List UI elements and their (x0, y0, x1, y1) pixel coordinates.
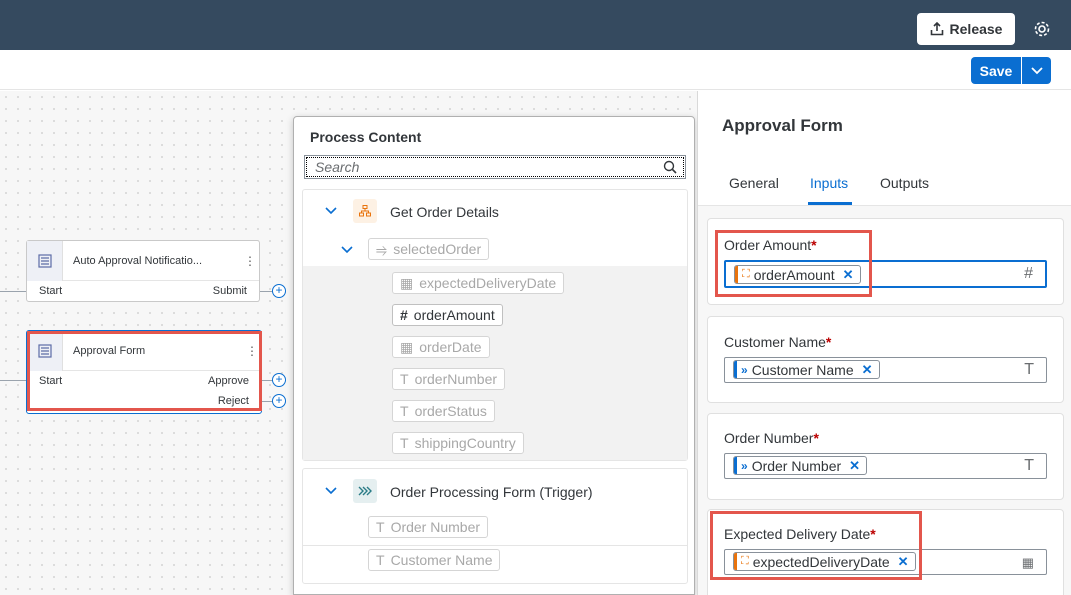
structure-icon: ⥤ (376, 240, 388, 257)
item-label: selectedOrder (393, 241, 482, 257)
calendar-icon: ▦ (1021, 555, 1034, 570)
item-label: shippingCountry (414, 435, 516, 451)
connector (0, 380, 26, 381)
form-icon (27, 240, 63, 281)
item-label: Customer Name (390, 552, 493, 568)
save-button[interactable]: Save (971, 57, 1021, 84)
trigger-icon: » (741, 362, 748, 377)
get-order-details-group: Get Order Details ⥤ selectedOrder ▦ expe… (302, 189, 688, 461)
number-icon: # (1024, 265, 1033, 282)
tab-inputs[interactable]: Inputs (810, 175, 848, 191)
editor-toolbar (0, 50, 1071, 90)
highlight-box (715, 230, 872, 297)
action-icon (353, 199, 377, 223)
popover-title: Process Content (310, 129, 422, 145)
chevron-down-icon[interactable] (341, 243, 353, 257)
order-processing-form-group: Order Processing Form (Trigger) T Order … (302, 468, 688, 584)
shell-bar (0, 0, 1071, 50)
save-options-button[interactable] (1021, 57, 1051, 84)
text-icon: T (400, 371, 409, 387)
item-label: orderDate (419, 339, 482, 355)
list-item[interactable]: ▦ orderDate (392, 336, 490, 358)
list-item[interactable]: T Customer Name (368, 549, 501, 571)
add-step-icon[interactable]: + (272, 284, 286, 298)
highlight-box (27, 331, 262, 411)
field-label: Order Number* (724, 430, 819, 446)
group-body (303, 266, 687, 460)
calendar-icon: ▦ (400, 274, 414, 291)
release-button[interactable]: Release (917, 13, 1015, 45)
list-item[interactable]: T orderNumber (392, 368, 506, 390)
start-port-label: Start (39, 285, 63, 297)
list-item[interactable]: T orderStatus (392, 400, 495, 422)
item-label: orderAmount (413, 307, 495, 323)
chevron-down-icon[interactable] (325, 484, 337, 498)
item-label: expectedDeliveryDate (419, 275, 557, 291)
release-label: Release (949, 21, 1003, 37)
tab-general[interactable]: General (729, 175, 779, 191)
item-label: Order Number (390, 519, 481, 535)
group-label: Get Order Details (390, 204, 499, 220)
panel-title: Approval Form (722, 116, 843, 135)
submit-port-label: Submit (212, 285, 247, 297)
text-icon: T (400, 403, 409, 419)
field-label: Customer Name* (724, 334, 832, 350)
trigger-icon: » (741, 458, 748, 473)
more-icon[interactable]: ⋮ (241, 254, 259, 268)
remove-icon[interactable]: ✕ (862, 362, 873, 378)
remove-icon[interactable]: ✕ (849, 458, 860, 474)
list-item[interactable]: T Order Number (368, 516, 489, 538)
add-step-icon[interactable]: + (272, 373, 286, 387)
text-icon: T (1024, 457, 1034, 474)
text-icon: T (376, 519, 385, 535)
token[interactable]: » Customer Name ✕ (733, 360, 880, 379)
highlight-box (710, 511, 922, 580)
number-icon: # (400, 307, 408, 323)
search-icon (663, 160, 677, 174)
node-title: Auto Approval Notificatio... (73, 254, 203, 267)
process-content-popover: Process Content Search Get Order Details… (293, 116, 695, 595)
connector (0, 291, 26, 292)
search-input[interactable]: Search (304, 155, 686, 179)
chevron-down-icon (1030, 66, 1043, 74)
order-number-field[interactable]: » Order Number ✕ T (724, 453, 1047, 479)
trigger-icon (353, 479, 377, 503)
chevron-down-icon[interactable] (325, 204, 337, 218)
item-label: orderNumber (414, 371, 498, 387)
token-label: Order Number (751, 457, 842, 474)
token[interactable]: » Order Number ✕ (733, 456, 868, 475)
group-label: Order Processing Form (Trigger) (390, 484, 593, 500)
customer-name-field[interactable]: » Customer Name ✕ T (724, 357, 1047, 383)
divider (303, 545, 687, 546)
upload-icon (930, 22, 943, 36)
add-step-icon[interactable]: + (272, 394, 286, 408)
list-item[interactable]: ▦ expectedDeliveryDate (392, 272, 565, 294)
token-label: Customer Name (751, 361, 854, 378)
text-icon: T (376, 552, 385, 568)
customer-name-card: Customer Name* » Customer Name ✕ T (707, 316, 1064, 403)
calendar-icon: ▦ (400, 338, 414, 355)
list-item[interactable]: # orderAmount (392, 304, 503, 326)
search-placeholder: Search (315, 159, 360, 175)
gear-icon[interactable] (1032, 19, 1052, 39)
selected-order-item[interactable]: ⥤ selectedOrder (368, 238, 490, 260)
order-number-card: Order Number* » Order Number ✕ T (707, 413, 1064, 500)
item-label: orderStatus (414, 403, 487, 419)
text-icon: T (400, 435, 409, 451)
list-item[interactable]: T shippingCountry (392, 432, 524, 454)
auto-approval-node[interactable]: Auto Approval Notificatio... ⋮ Start Sub… (26, 240, 260, 302)
tab-outputs[interactable]: Outputs (880, 175, 929, 191)
text-icon: T (1024, 361, 1034, 378)
